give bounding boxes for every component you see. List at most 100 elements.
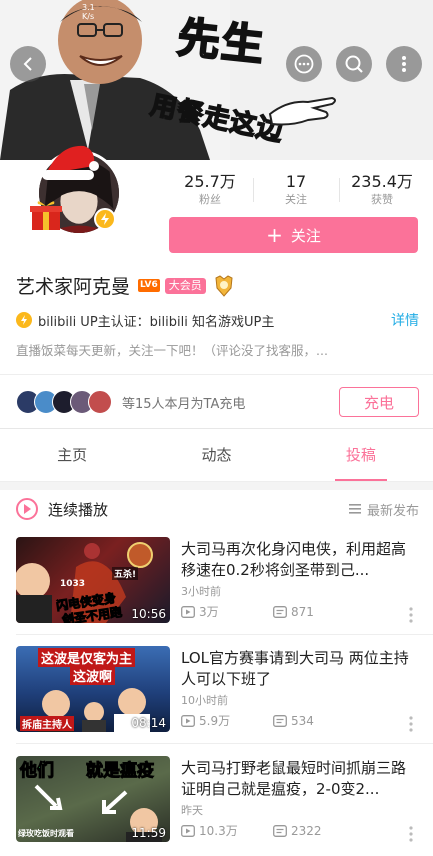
chat-bubble-icon	[294, 54, 314, 74]
certification-icon	[16, 312, 32, 328]
comment-count: 2322	[273, 824, 322, 838]
list-icon	[348, 504, 361, 514]
user-signature[interactable]: 直播饭菜每天更新，关注一下吧！（评论没了找客服，...	[16, 340, 419, 359]
profile-stats: 25.7万 粉丝 17 关注 235.4万 获赞	[167, 172, 425, 212]
more-vertical-icon[interactable]	[409, 826, 413, 842]
video-item[interactable]: 五杀! 1033 闪电侠变身 剑圣不用跑 10:56 大司马再次化身闪电侠，利用…	[16, 537, 419, 625]
status-speed-value: 3.1	[82, 3, 95, 12]
santa-hat-icon	[42, 145, 99, 180]
username: 艺术家阿克曼	[16, 276, 131, 298]
video-title[interactable]: 大司马再次化身闪电侠，利用超高移速在0.2秒将剑圣带到己...	[181, 539, 419, 581]
divider	[16, 743, 433, 744]
status-speed-unit: K/s	[82, 12, 95, 21]
thumbnail-badge: 拆庙主持人	[20, 716, 74, 731]
detail-link[interactable]: 详情	[391, 310, 419, 330]
tab-uploads[interactable]: 投稿	[289, 430, 433, 481]
danmaku-icon	[273, 714, 287, 727]
stat-likes: 235.4万 获赞	[339, 172, 425, 212]
comment-count-text: 534	[291, 713, 314, 728]
thumbnail-caption-2: 这波啊	[70, 666, 116, 685]
more-vertical-icon[interactable]	[409, 607, 413, 623]
video-thumbnail[interactable]: 他们 就是瘟疫 绿玫吃饭时观看 11:59	[16, 756, 170, 842]
profile-tabs: 主页 动态 投稿	[0, 430, 433, 482]
more-vertical-icon	[402, 56, 406, 72]
vip-badge[interactable]: 大会员	[164, 277, 206, 294]
search-button[interactable]	[336, 46, 372, 82]
video-thumbnail[interactable]: 这波是仅客为主 这波啊 拆庙主持人 08:14	[16, 646, 170, 732]
status-bar-speed: 3.1 K/s	[82, 3, 95, 21]
verified-badge	[94, 208, 116, 230]
thumbnail-badge: 绿玫吃饭时观看	[18, 829, 74, 838]
charge-button[interactable]: 充电	[339, 387, 419, 417]
stat-following[interactable]: 17 关注	[253, 172, 339, 212]
pointing-hand-icon	[268, 96, 336, 126]
thumbnail-caption-1: 他们	[20, 761, 55, 782]
view-count-text: 3万	[199, 605, 219, 619]
video-meta: 10.3万 2322	[181, 822, 419, 839]
video-meta: 5.9万 534	[181, 712, 419, 729]
follow-button-label: 关注	[290, 226, 321, 245]
charger-avatar	[88, 390, 112, 414]
divider	[16, 634, 433, 635]
view-count-text: 10.3万	[199, 824, 238, 838]
lightning-icon	[101, 213, 109, 225]
view-count: 3万	[181, 603, 273, 620]
tab-dynamic[interactable]: 动态	[144, 430, 288, 481]
video-thumbnail[interactable]: 五杀! 1033 闪电侠变身 剑圣不用跑 10:56	[16, 537, 170, 623]
video-time: 昨天	[181, 804, 203, 817]
continuous-play-label[interactable]: 连续播放	[48, 499, 349, 520]
more-vertical-icon[interactable]	[409, 716, 413, 732]
stat-likes-label: 获赞	[371, 193, 393, 206]
section-gap	[0, 482, 433, 490]
video-meta: 3万 871	[181, 603, 419, 620]
stat-fans[interactable]: 25.7万 粉丝	[167, 172, 253, 212]
divider	[0, 428, 433, 429]
certification-row: bilibili UP主认证：bilibili 知名游戏UP主 详情	[16, 310, 419, 330]
video-title[interactable]: LOL官方赛事请到大司马 两位主持人可以下班了	[181, 648, 419, 690]
video-item[interactable]: 他们 就是瘟疫 绿玫吃饭时观看 11:59 大司马打野老鼠最短时间抓崩三路证明自…	[16, 756, 419, 844]
play-count-icon	[181, 605, 195, 618]
thumbnail-gold: 1033	[60, 579, 86, 589]
video-duration: 10:56	[131, 607, 166, 621]
view-count-text: 5.9万	[199, 714, 231, 728]
certification-text: bilibili UP主认证：bilibili 知名游戏UP主	[38, 314, 275, 330]
video-time: 3小时前	[181, 585, 221, 598]
banner-meme-text-top: 先生	[174, 12, 269, 72]
sort-dropdown[interactable]: 最新发布	[348, 500, 419, 519]
plus-icon: +	[266, 223, 283, 247]
gift-icon	[30, 201, 62, 230]
message-button[interactable]	[286, 46, 322, 82]
comment-count-text: 871	[291, 604, 314, 619]
tab-home[interactable]: 主页	[0, 430, 144, 481]
video-time: 10小时前	[181, 694, 228, 707]
follow-button[interactable]: + 关注	[169, 217, 418, 253]
thumbnail-caption-1: 这波是仅客为主	[38, 648, 136, 667]
stat-fans-count: 25.7万	[184, 172, 236, 191]
stat-likes-count: 235.4万	[351, 172, 413, 191]
more-options-button[interactable]	[386, 46, 422, 82]
sort-label: 最新发布	[366, 503, 419, 519]
stat-fans-label: 粉丝	[199, 193, 221, 206]
video-title[interactable]: 大司马打野老鼠最短时间抓崩三路证明自己就是瘟疫，2-0变2...	[181, 758, 419, 800]
thumbnail-badge: 五杀!	[112, 567, 139, 580]
video-item[interactable]: 这波是仅客为主 这波啊 拆庙主持人 08:14 LOL官方赛事请到大司马 两位主…	[16, 646, 419, 734]
play-count-icon	[181, 824, 195, 837]
comment-count: 534	[273, 714, 314, 728]
charger-avatars[interactable]	[16, 390, 112, 414]
level-badge: LV6	[138, 279, 160, 292]
thumbnail-caption-2: 就是瘟疫	[86, 761, 155, 782]
danmaku-icon	[273, 605, 287, 618]
comment-count-text: 2322	[291, 823, 322, 838]
username-row: 艺术家阿克曼 LV6 大会员	[16, 272, 236, 299]
view-count: 5.9万	[181, 712, 273, 729]
play-circle-icon[interactable]	[16, 498, 38, 520]
view-count: 10.3万	[181, 822, 273, 839]
back-button[interactable]	[10, 46, 46, 82]
medal-icon[interactable]	[212, 274, 236, 298]
video-duration: 11:59	[131, 826, 166, 840]
play-count-icon	[181, 714, 195, 727]
video-duration: 08:14	[131, 716, 166, 730]
search-icon	[345, 55, 363, 73]
stat-following-label: 关注	[285, 193, 307, 206]
stat-following-count: 17	[285, 172, 307, 191]
